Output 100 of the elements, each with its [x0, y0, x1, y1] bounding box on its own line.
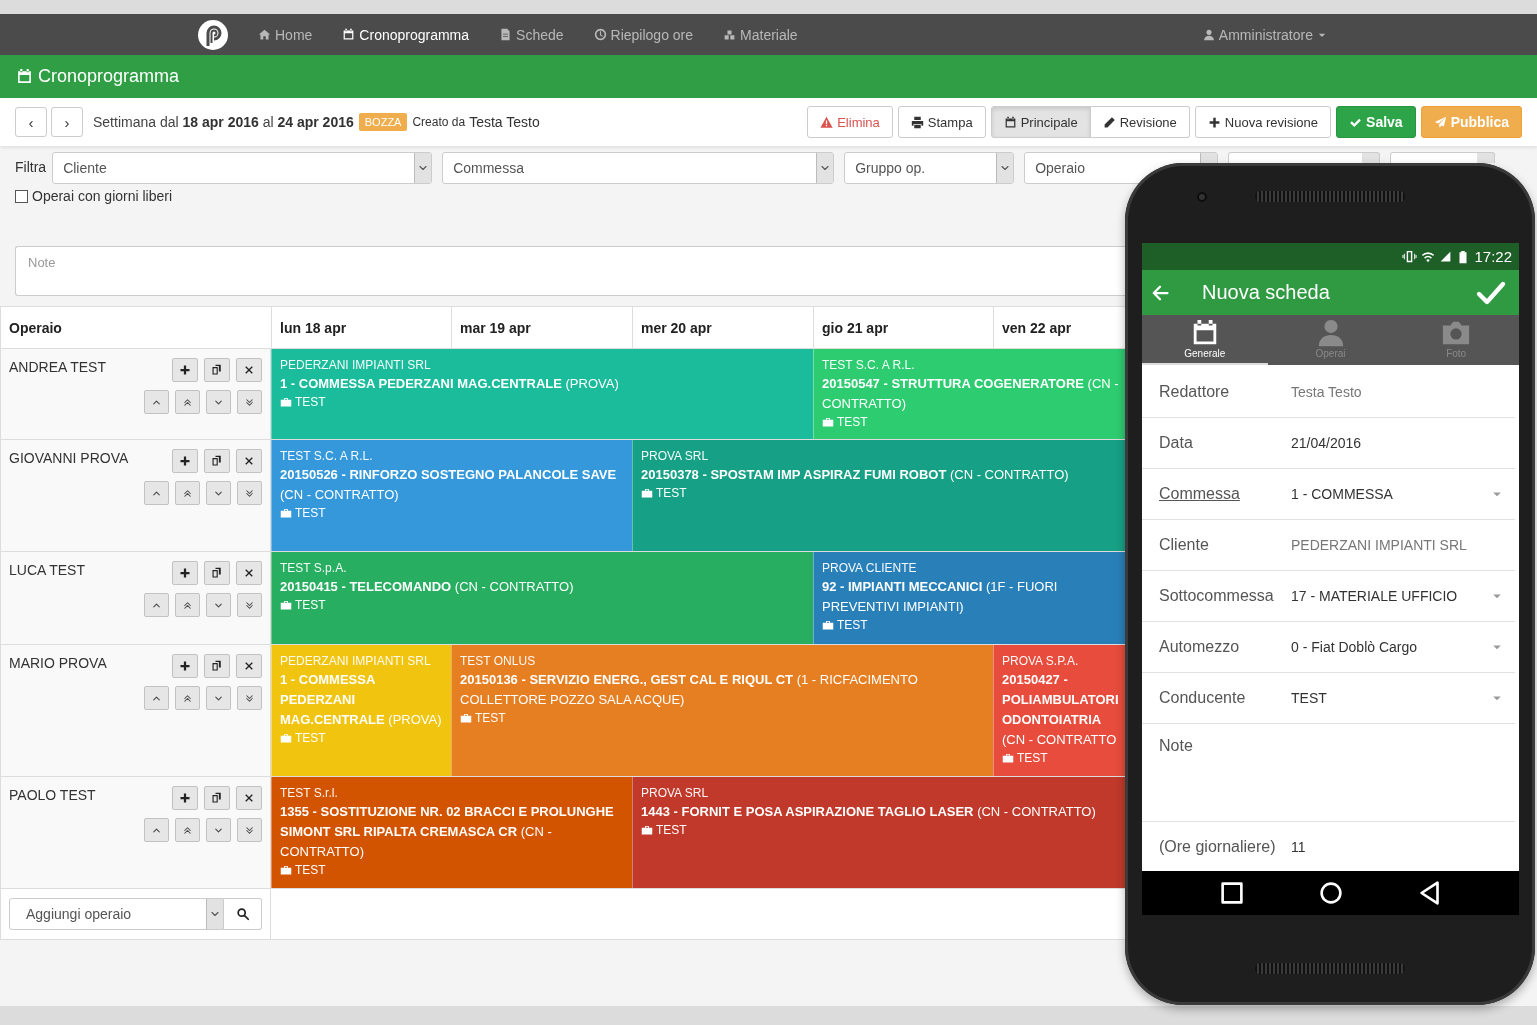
- move-down-button[interactable]: [206, 593, 231, 617]
- move-top-button[interactable]: [175, 390, 200, 414]
- filter-select[interactable]: Commessa: [442, 152, 835, 184]
- view-toggle-button[interactable]: Principale: [990, 106, 1091, 138]
- plus-icon: [179, 455, 191, 467]
- next-week-button[interactable]: ›: [51, 107, 83, 137]
- created-by-label: Creato da: [412, 115, 466, 129]
- add-button[interactable]: [172, 786, 198, 810]
- previous-week-button[interactable]: ‹: [15, 107, 47, 137]
- author-name: Testa Testo: [469, 114, 540, 130]
- dropdown-field[interactable]: 17 - MATERIALE UFFICIO: [1291, 588, 1515, 604]
- nav-link[interactable]: Schede: [484, 26, 579, 43]
- close-icon: [244, 365, 254, 375]
- move-bottom-button[interactable]: [237, 686, 262, 710]
- search-button[interactable]: [224, 898, 262, 930]
- operator-name: LUCA TEST: [9, 562, 85, 580]
- dropdown-field[interactable]: TEST: [1291, 690, 1515, 706]
- event-card[interactable]: PROVA CLIENTE 92 - IMPIANTI MECCANICI (1F - FUORI PREVENTIVI IMPIANTI) TEST: [813, 552, 1125, 644]
- remove-button[interactable]: [236, 561, 262, 585]
- nav-link[interactable]: Cronoprogramma: [327, 26, 485, 43]
- filter-select[interactable]: Cliente: [52, 152, 433, 184]
- briefcase-icon: [460, 712, 472, 724]
- double-chevron-up-icon: [182, 487, 193, 499]
- move-bottom-button[interactable]: [237, 390, 262, 414]
- operator-name: ANDREA TEST: [9, 359, 106, 377]
- close-icon: [244, 456, 254, 466]
- move-down-button[interactable]: [206, 390, 231, 414]
- move-up-button[interactable]: [144, 593, 169, 617]
- remove-button[interactable]: [236, 449, 262, 473]
- crew-label: TEST: [656, 485, 687, 501]
- nav-link[interactable]: Riepilogo ore: [578, 26, 709, 43]
- field-label[interactable]: Commessa: [1159, 485, 1291, 503]
- copy-button[interactable]: [204, 449, 230, 473]
- view-toggle-button[interactable]: Revisione: [1090, 106, 1190, 138]
- add-button[interactable]: [172, 654, 198, 678]
- plus-icon: [179, 567, 191, 579]
- event-card[interactable]: PROVA SRL 1443 - FORNIT E POSA ASPIRAZIONE TAGLIO LASER (CN - CONTRATTO) TEST: [632, 777, 1125, 888]
- briefcase-icon: [822, 416, 834, 428]
- move-up-button[interactable]: [144, 390, 169, 414]
- nav-link[interactable]: Materiale: [708, 26, 813, 43]
- move-bottom-button[interactable]: [237, 593, 262, 617]
- add-button[interactable]: [172, 449, 198, 473]
- column-header: Operaio: [8, 318, 63, 338]
- dropdown-field[interactable]: 1 - COMMESSA: [1291, 486, 1515, 502]
- user-menu[interactable]: Amministratore: [1187, 26, 1342, 43]
- action-button[interactable]: Stampa: [897, 106, 986, 138]
- screen-tab[interactable]: Generale: [1142, 315, 1268, 365]
- signal-icon: [1439, 250, 1453, 263]
- event-card[interactable]: PROVA S.P.A. 20150427 - POLIAMBULATORI ODONTOIATRIA (CN - CONTRATTO TEST: [993, 645, 1125, 776]
- vibrate-icon: [1402, 249, 1418, 264]
- filter-select[interactable]: Gruppo op.: [844, 152, 1015, 184]
- copy-button[interactable]: [204, 654, 230, 678]
- field-label: Conducente: [1159, 689, 1247, 707]
- free-days-checkbox[interactable]: Operai con giorni liberi: [0, 184, 188, 204]
- move-bottom-button[interactable]: [237, 481, 262, 505]
- move-bottom-button[interactable]: [237, 818, 262, 842]
- column-header: mar 19 apr: [451, 307, 632, 348]
- move-up-button[interactable]: [144, 481, 169, 505]
- note-field[interactable]: Note: [15, 246, 1125, 296]
- add-operator-select[interactable]: Aggiungi operaio: [9, 898, 224, 930]
- user-icon: [1202, 28, 1215, 41]
- event-card[interactable]: TEST S.r.l. 1355 - SOSTITUZIONE NR. 02 BRACCI E PROLUNGHE SIMONT SRL RIPALTA CREMASCA CR (CN - CONTRATTO) TEST: [271, 777, 632, 888]
- move-down-button[interactable]: [206, 481, 231, 505]
- move-up-button[interactable]: [144, 818, 169, 842]
- copy-icon: [211, 455, 223, 467]
- client-name: PEDERZANI IMPIANTI SRL: [280, 653, 432, 670]
- add-button[interactable]: [172, 358, 198, 382]
- copy-button[interactable]: [204, 561, 230, 585]
- operator-name: PAOLO TEST: [9, 787, 96, 805]
- remove-button[interactable]: [236, 654, 262, 678]
- filter-select[interactable]: [1390, 152, 1496, 163]
- client-name: TEST S.p.A.: [280, 560, 348, 577]
- input-field[interactable]: 21/04/2016: [1291, 435, 1515, 451]
- crew-label: TEST: [1017, 750, 1048, 766]
- filter-select[interactable]: [1228, 152, 1381, 163]
- week-range-text: Settimana dal 18 apr 2016 al 24 apr 2016: [93, 114, 354, 130]
- action-button[interactable]: Elimina: [807, 106, 893, 138]
- add-button[interactable]: [172, 561, 198, 585]
- move-top-button[interactable]: [175, 686, 200, 710]
- move-down-button[interactable]: [206, 818, 231, 842]
- dropdown-field[interactable]: 0 - Fiat Doblò Cargo: [1291, 639, 1515, 655]
- move-down-button[interactable]: [206, 686, 231, 710]
- briefcase-icon: [641, 824, 653, 836]
- close-icon: [244, 661, 254, 671]
- job-title: 20150378 - SPOSTAM IMP ASPIRAZ FUMI ROBOT (CN - CONTRATTO): [641, 466, 1070, 484]
- client-name: PROVA SRL: [641, 785, 710, 802]
- move-top-button[interactable]: [175, 593, 200, 617]
- copy-button[interactable]: [204, 358, 230, 382]
- remove-button[interactable]: [236, 358, 262, 382]
- remove-button[interactable]: [236, 786, 262, 810]
- logo-icon[interactable]: [197, 18, 229, 51]
- move-top-button[interactable]: [175, 481, 200, 505]
- copy-button[interactable]: [204, 786, 230, 810]
- move-top-button[interactable]: [175, 818, 200, 842]
- action-button[interactable]: Nuova revisione: [1194, 106, 1332, 138]
- nav-link[interactable]: Home: [243, 26, 328, 43]
- input-field[interactable]: 11: [1291, 839, 1515, 855]
- move-up-button[interactable]: [144, 686, 169, 710]
- warning-icon: [820, 115, 834, 129]
- crew-label: TEST: [295, 505, 326, 521]
